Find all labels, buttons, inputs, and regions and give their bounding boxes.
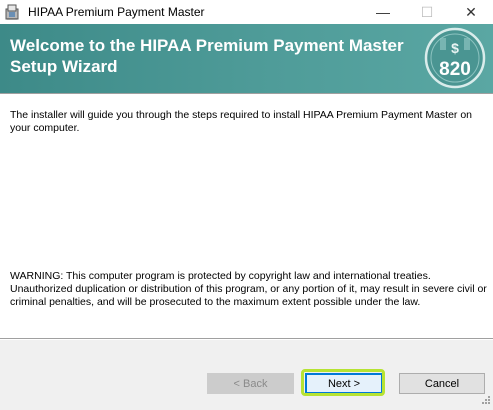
- cancel-button[interactable]: Cancel: [399, 373, 485, 394]
- next-button[interactable]: Next >: [305, 373, 383, 394]
- copyright-warning: WARNING: This computer program is protec…: [10, 270, 487, 308]
- wizard-content: The installer will guide you through the…: [0, 94, 493, 338]
- resize-grip[interactable]: [481, 392, 491, 404]
- intro-text: The installer will guide you through the…: [10, 109, 473, 134]
- badge-symbol: $: [451, 40, 459, 56]
- title-bar: HIPAA Premium Payment Master — ☐ ✕: [0, 0, 493, 24]
- window-controls: — ☐ ✕: [361, 0, 493, 24]
- minimize-button[interactable]: —: [361, 0, 405, 24]
- back-button: < Back: [207, 373, 294, 394]
- window-title: HIPAA Premium Payment Master: [28, 5, 205, 19]
- maximize-button: ☐: [420, 3, 434, 20]
- badge-text: 820: [439, 59, 471, 80]
- close-button[interactable]: ✕: [449, 0, 493, 24]
- edi-820-badge-icon: $ 820: [424, 27, 486, 89]
- wizard-title: Welcome to the HIPAA Premium Payment Mas…: [10, 36, 404, 76]
- footer-divider-highlight: [0, 339, 493, 340]
- wizard-banner: Welcome to the HIPAA Premium Payment Mas…: [0, 24, 493, 93]
- installer-icon: [4, 3, 20, 21]
